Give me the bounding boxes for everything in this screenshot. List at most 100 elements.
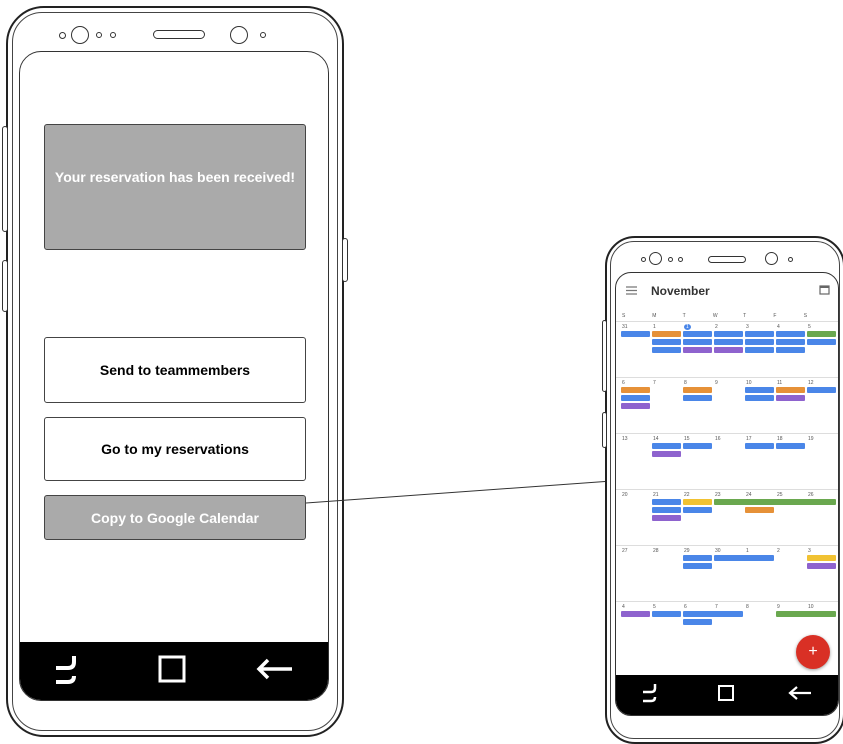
calendar-event-chip[interactable] (683, 443, 712, 449)
calendar-event-chip[interactable] (621, 611, 650, 617)
calendar-event-chip[interactable] (745, 331, 774, 337)
calendar-date-label[interactable]: 7 (653, 380, 656, 386)
calendar-date-label[interactable]: 25 (777, 492, 783, 498)
calendar-date-label[interactable]: 8 (746, 604, 749, 610)
calendar-event-chip[interactable] (683, 619, 712, 625)
calendar-event-chip[interactable] (652, 515, 681, 521)
calendar-date-label[interactable]: 13 (622, 436, 628, 442)
calendar-week-row[interactable]: 13 14 15 16 17 18 19 (616, 433, 838, 490)
calendar-date-label[interactable]: 15 (684, 436, 690, 442)
calendar-week-row[interactable]: 20 21 22 23 24 25 26 (616, 489, 838, 546)
calendar-date-label[interactable]: 17 (746, 436, 752, 442)
calendar-event-chip[interactable] (745, 507, 774, 513)
calendar-date-label[interactable]: 14 (653, 436, 659, 442)
calendar-date-label[interactable]: 28 (653, 548, 659, 554)
calendar-event-chip[interactable] (652, 499, 681, 505)
calendar-date-label[interactable]: 27 (622, 548, 628, 554)
calendar-event-chip[interactable] (714, 331, 743, 337)
calendar-date-label[interactable]: 16 (715, 436, 721, 442)
calendar-date-label[interactable]: 7 (715, 604, 718, 610)
calendar-date-label[interactable]: 2 (777, 548, 780, 554)
calendar-date-label[interactable]: 11 (777, 380, 782, 386)
calendar-event-chip[interactable] (621, 395, 650, 401)
calendar-date-label[interactable]: 9 (777, 604, 780, 610)
calendar-event-chip[interactable] (807, 331, 836, 337)
calendar-date-label[interactable]: 22 (684, 492, 690, 498)
calendar-date-label[interactable]: 5 (653, 604, 656, 610)
menu-icon[interactable] (626, 282, 637, 300)
calendar-event-chip[interactable] (776, 347, 805, 353)
calendar-event-chip[interactable] (776, 331, 805, 337)
calendar-event-chip[interactable] (683, 387, 712, 393)
calendar-event-chip[interactable] (652, 339, 681, 345)
calendar-date-label[interactable]: 10 (808, 604, 814, 610)
calendar-date-label[interactable]: 1 (746, 548, 749, 554)
calendar-week-row[interactable]: 27 28 29 30 1 2 3 (616, 545, 838, 602)
calendar-date-label[interactable]: 10 (746, 380, 752, 386)
home-icon[interactable] (717, 684, 735, 707)
calendar-date-label[interactable]: 8 (684, 380, 687, 386)
calendar-event-chip[interactable] (776, 395, 805, 401)
calendar-event-chip[interactable] (652, 507, 681, 513)
calendar-event-chip[interactable] (745, 387, 774, 393)
calendar-date-label[interactable]: 26 (808, 492, 814, 498)
calendar-date-label[interactable]: 9 (715, 380, 718, 386)
calendar-date-label[interactable]: 1 (684, 324, 691, 330)
calendar-date-label[interactable]: 18 (777, 436, 783, 442)
calendar-event-chip[interactable] (745, 339, 774, 345)
calendar-event-chip[interactable] (776, 387, 805, 393)
calendar-date-label[interactable]: 31 (622, 324, 628, 330)
calendar-date-label[interactable]: 3 (746, 324, 749, 330)
calendar-date-label[interactable]: 6 (684, 604, 687, 610)
calendar-event-chip[interactable] (683, 499, 712, 505)
calendar-event-chip[interactable] (745, 395, 774, 401)
calendar-event-chip[interactable] (683, 347, 712, 353)
calendar-event-chip[interactable] (745, 443, 774, 449)
calendar-date-label[interactable]: 24 (746, 492, 752, 498)
calendar-event-chip[interactable] (807, 339, 836, 345)
calendar-event-chip[interactable] (652, 331, 681, 337)
calendar-event-chip[interactable] (807, 387, 836, 393)
calendar-date-label[interactable]: 19 (808, 436, 814, 442)
calendar-event-chip[interactable] (621, 331, 650, 337)
calendar-event-chip[interactable] (714, 555, 774, 561)
calendar-event-chip[interactable] (683, 395, 712, 401)
calendar-date-label[interactable]: 6 (622, 380, 625, 386)
calendar-event-chip[interactable] (621, 403, 650, 409)
recent-apps-icon[interactable] (642, 683, 664, 708)
calendar-event-chip[interactable] (683, 331, 712, 337)
calendar-date-label[interactable]: 23 (715, 492, 721, 498)
calendar-event-chip[interactable] (683, 611, 743, 617)
calendar-date-label[interactable]: 4 (622, 604, 625, 610)
calendar-event-chip[interactable] (714, 347, 743, 353)
calendar-event-chip[interactable] (683, 507, 712, 513)
calendar-event-chip[interactable] (714, 339, 743, 345)
calendar-event-chip[interactable] (683, 339, 712, 345)
back-icon[interactable] (787, 684, 812, 707)
calendar-event-chip[interactable] (652, 611, 681, 617)
calendar-event-chip[interactable] (652, 451, 681, 457)
calendar-event-chip[interactable] (621, 387, 650, 393)
calendar-event-chip[interactable] (807, 563, 836, 569)
calendar-date-label[interactable]: 30 (715, 548, 721, 554)
calendar-event-chip[interactable] (776, 339, 805, 345)
calendar-date-label[interactable]: 4 (777, 324, 780, 330)
calendar-date-label[interactable]: 2 (715, 324, 718, 330)
calendar-event-chip[interactable] (683, 555, 712, 561)
calendar-date-label[interactable]: 1 (653, 324, 656, 330)
calendar-date-label[interactable]: 20 (622, 492, 628, 498)
calendar-date-label[interactable]: 21 (653, 492, 659, 498)
calendar-date-label[interactable]: 3 (808, 548, 811, 554)
calendar-event-chip[interactable] (745, 347, 774, 353)
calendar-event-chip[interactable] (683, 563, 712, 569)
calendar-date-label[interactable]: 29 (684, 548, 690, 554)
calendar-event-chip[interactable] (776, 611, 836, 617)
calendar-event-chip[interactable] (652, 347, 681, 353)
calendar-event-chip[interactable] (652, 443, 681, 449)
today-calendar-icon[interactable] (819, 282, 830, 300)
calendar-event-chip[interactable] (714, 499, 836, 505)
calendar-event-chip[interactable] (807, 555, 836, 561)
calendar-date-label[interactable]: 5 (808, 324, 811, 330)
calendar-date-label[interactable]: 12 (808, 380, 814, 386)
calendar-event-chip[interactable] (776, 443, 805, 449)
